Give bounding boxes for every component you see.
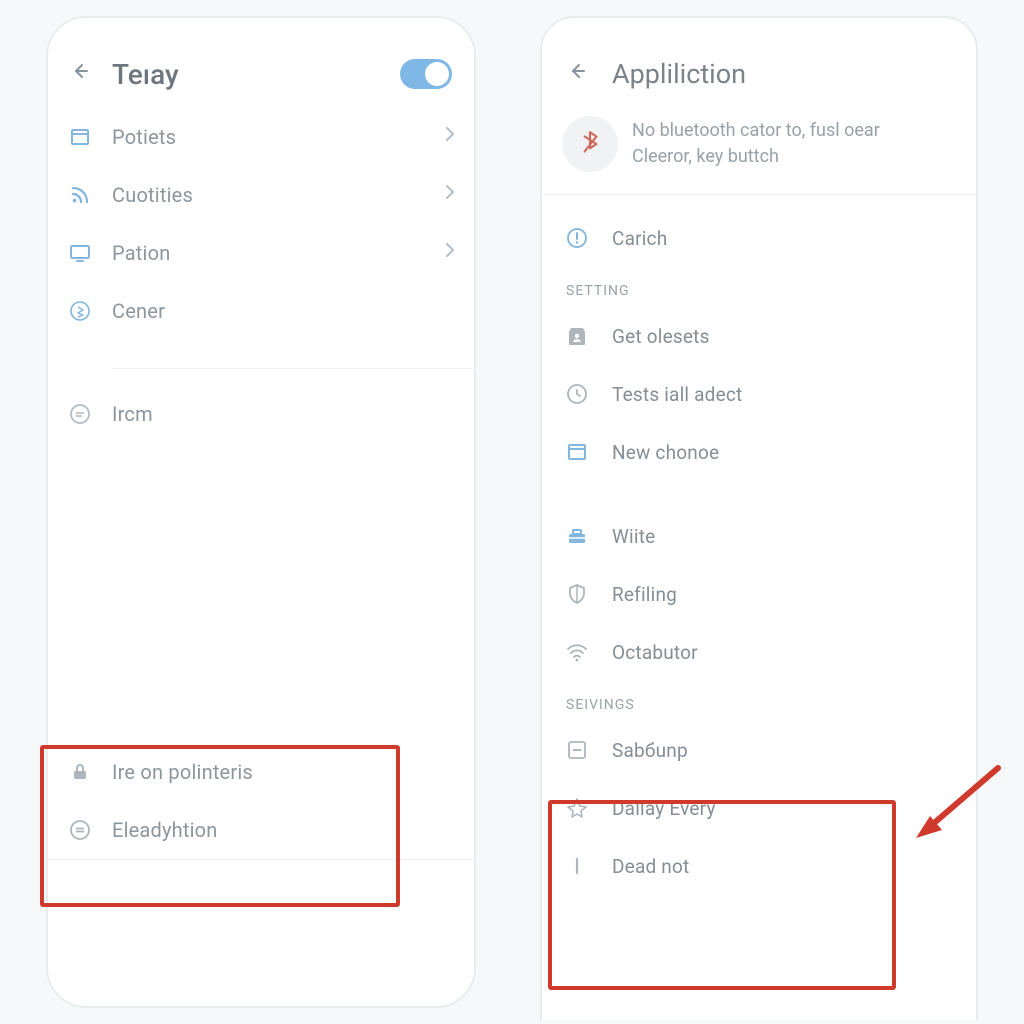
list-item-label: Octabutor	[612, 641, 972, 664]
bluetooth-banner-text: No bluetooth cator to, fusl oear Cleeror…	[632, 118, 880, 170]
window-icon	[565, 440, 589, 464]
master-toggle[interactable]	[400, 59, 452, 89]
list-item-dead-not[interactable]: Dead not	[542, 837, 976, 895]
person-tag-icon	[565, 324, 589, 348]
bluetooth-banner: No bluetooth cator to, fusl oear Cleeror…	[542, 108, 976, 194]
back-button[interactable]	[48, 59, 112, 89]
list-item-potiets[interactable]: Potiets	[48, 108, 474, 166]
list-item-label: Cener	[112, 299, 470, 323]
list-item-pation[interactable]: Pation	[48, 224, 474, 282]
alert-ring-icon	[565, 226, 589, 250]
pass-ring-icon	[68, 402, 92, 426]
list-item-label: Pation	[112, 241, 430, 265]
rss-icon	[68, 183, 92, 207]
chevron-right-icon	[430, 122, 470, 152]
lock-icon	[68, 760, 92, 784]
list-item-carich[interactable]: Carich	[542, 209, 976, 267]
list-item-label: Potiets	[112, 125, 430, 149]
minus-box-icon	[565, 738, 589, 762]
chevron-right-icon	[430, 180, 470, 210]
list-item-dallay-every[interactable]: Dallay Every	[542, 779, 976, 837]
list-item-label: Ire on polinteris	[112, 760, 470, 784]
list-item-label: Ircm	[112, 402, 470, 426]
list-item-label: New chonoe	[612, 441, 972, 464]
header-right: Appliliction	[542, 18, 976, 108]
wifi-icon	[565, 640, 589, 664]
page-title: Appliliction	[612, 58, 746, 90]
list-item-cuotities[interactable]: Cuotities	[48, 166, 474, 224]
list-item-label: Dead not	[612, 855, 972, 878]
phone-mock-left: Teıay Potiets Cuotities	[46, 16, 476, 1008]
toolbox-icon	[565, 524, 589, 548]
list-item-eleadyhtion[interactable]: Eleadyhtion	[48, 801, 474, 859]
back-button[interactable]	[542, 59, 612, 89]
list-item-ircm[interactable]: Ircm	[48, 385, 474, 443]
list-item-label: Wiite	[612, 525, 972, 548]
chevron-right-icon	[430, 238, 470, 268]
display-icon	[68, 241, 92, 265]
clock-ring-icon	[565, 382, 589, 406]
shield-icon	[565, 582, 589, 606]
header-left: Teıay	[48, 18, 474, 108]
list-item-wiite[interactable]: Wiite	[542, 507, 976, 565]
list-item-label: Tests iall adect	[612, 383, 972, 406]
section-header-setting: SETTING	[542, 267, 976, 307]
section-header-seivings: SEIVINGS	[542, 681, 976, 721]
list-item-label: Get olesets	[612, 325, 972, 348]
list-item-octabutor[interactable]: Octabutor	[542, 623, 976, 681]
list-item-label: Dallay Every	[612, 797, 972, 820]
list-item-label: Cuotities	[112, 183, 430, 207]
arrow-left-icon	[565, 59, 589, 83]
list-item-sabunp[interactable]: Sabбunp	[542, 721, 976, 779]
list-item-get-olesets[interactable]: Get olesets	[542, 307, 976, 365]
arrow-left-icon	[68, 59, 92, 83]
list-item-tests-iall[interactable]: Tests iall adect	[542, 365, 976, 423]
equal-ring-icon	[68, 818, 92, 842]
list-item-label: Refiling	[612, 583, 972, 606]
list-item-label: Carich	[612, 227, 972, 250]
window-icon	[68, 125, 92, 149]
list-item-cener[interactable]: Cener	[48, 282, 474, 340]
bluetooth-icon	[562, 116, 618, 172]
list-item-polinteris[interactable]: Ire on polinteris	[48, 743, 474, 801]
compass-icon	[565, 796, 589, 820]
vbar-icon	[565, 854, 589, 878]
phone-mock-right: Appliliction No bluetooth cator to, fusl…	[540, 16, 978, 1020]
page-title: Teıay	[112, 58, 400, 91]
list-item-refiling[interactable]: Refiling	[542, 565, 976, 623]
list-item-label: Eleadyhtion	[112, 818, 470, 842]
bluetooth-ring-icon	[68, 299, 92, 323]
list-item-new-chonoe[interactable]: New chonoe	[542, 423, 976, 481]
list-item-label: Sabбunp	[612, 739, 972, 762]
